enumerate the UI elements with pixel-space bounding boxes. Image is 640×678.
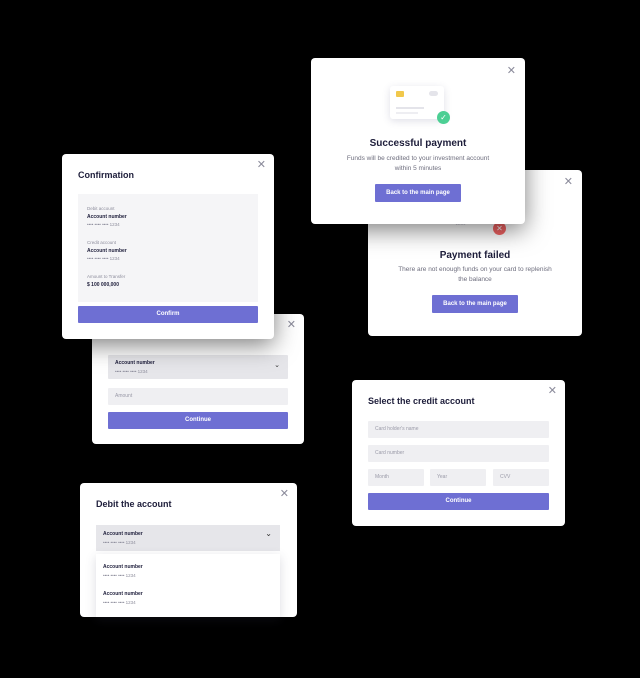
close-icon[interactable]: ✕	[287, 320, 296, 331]
continue-button[interactable]: Continue	[108, 412, 288, 429]
success-title: Successful payment	[369, 138, 467, 149]
close-icon[interactable]: ✕	[257, 160, 266, 171]
card-line	[396, 107, 424, 109]
debit-account-title: Debit the account	[96, 499, 172, 509]
option-title: Account number	[103, 564, 143, 570]
successful-payment-modal: ✕ ✓ Successful payment Funds will be cre…	[311, 58, 525, 224]
back-to-main-button[interactable]: Back to the main page	[432, 295, 518, 313]
account-select-mask: •••• •••• •••• 1234	[103, 540, 136, 545]
success-badge: ✓	[437, 111, 450, 124]
card-toggle	[429, 91, 438, 96]
debit-account-title: Account number	[87, 214, 127, 220]
chevron-down-icon: ⌄	[265, 529, 272, 538]
chevron-down-icon: ⌄	[274, 362, 280, 369]
dropdown-option[interactable]: Account number •••• •••• •••• 1234	[96, 586, 280, 610]
account-select[interactable]: Account number •••• •••• •••• 1234 ⌄	[96, 525, 280, 551]
card-line	[396, 112, 418, 114]
account-select[interactable]: Account number •••• •••• •••• 1234 ⌄	[108, 355, 288, 379]
x-icon: ✕	[496, 224, 503, 233]
credit-account-mask: •••• •••• •••• 1234	[87, 256, 120, 261]
option-title: Account number	[103, 591, 143, 597]
account-select-title: Account number	[103, 531, 143, 537]
card-illustration	[390, 86, 444, 119]
dropdown-option[interactable]: Account number •••• •••• •••• 1234	[96, 559, 280, 583]
credit-account-label: Credit account	[87, 240, 117, 245]
year-input[interactable]: Year	[430, 469, 486, 486]
debit-account-modal: ✕ Debit the account Account number •••• …	[80, 483, 297, 617]
account-select-title: Account number	[115, 360, 155, 366]
card-chip	[396, 91, 404, 97]
failed-description: There are not enough funds on your card …	[398, 266, 552, 283]
confirm-button[interactable]: Confirm	[78, 306, 258, 323]
close-icon[interactable]: ✕	[507, 66, 516, 77]
credit-account-modal: ✕ Select the credit account Card holder'…	[352, 380, 565, 526]
account-dropdown: Account number •••• •••• •••• 1234 Accou…	[96, 554, 280, 617]
month-input[interactable]: Month	[368, 469, 424, 486]
check-icon: ✓	[440, 113, 447, 122]
confirmation-modal: ✕ Confirmation Debit account Account num…	[62, 154, 274, 339]
amount-value: $ 100 000,000	[87, 282, 119, 288]
debit-account-mask: •••• •••• •••• 1234	[87, 222, 120, 227]
close-icon[interactable]: ✕	[280, 489, 289, 500]
option-mask: •••• •••• •••• 1234	[103, 573, 136, 578]
account-select-mask: •••• •••• •••• 1234	[115, 369, 148, 374]
option-mask: •••• •••• •••• 1234	[103, 600, 136, 605]
confirmation-summary: Debit account Account number •••• •••• •…	[78, 194, 258, 302]
back-to-main-button[interactable]: Back to the main page	[375, 184, 461, 202]
credit-account-title: Select the credit account	[368, 396, 475, 406]
failed-title: Payment failed	[439, 250, 511, 261]
continue-button[interactable]: Continue	[368, 493, 549, 510]
amount-label: Amount to Transfer	[87, 274, 126, 279]
credit-account-title: Account number	[87, 248, 127, 254]
cvv-input[interactable]: CVV	[493, 469, 549, 486]
close-icon[interactable]: ✕	[564, 177, 573, 188]
debit-account-label: Debit account	[87, 206, 115, 211]
amount-input[interactable]: Amount	[108, 388, 288, 405]
close-icon[interactable]: ✕	[548, 386, 557, 397]
confirmation-title: Confirmation	[78, 170, 134, 180]
success-description: Funds will be credited to your investmen…	[346, 155, 490, 172]
card-number-input[interactable]: Card number	[368, 445, 549, 462]
card-holder-input[interactable]: Card holder's name	[368, 421, 549, 438]
